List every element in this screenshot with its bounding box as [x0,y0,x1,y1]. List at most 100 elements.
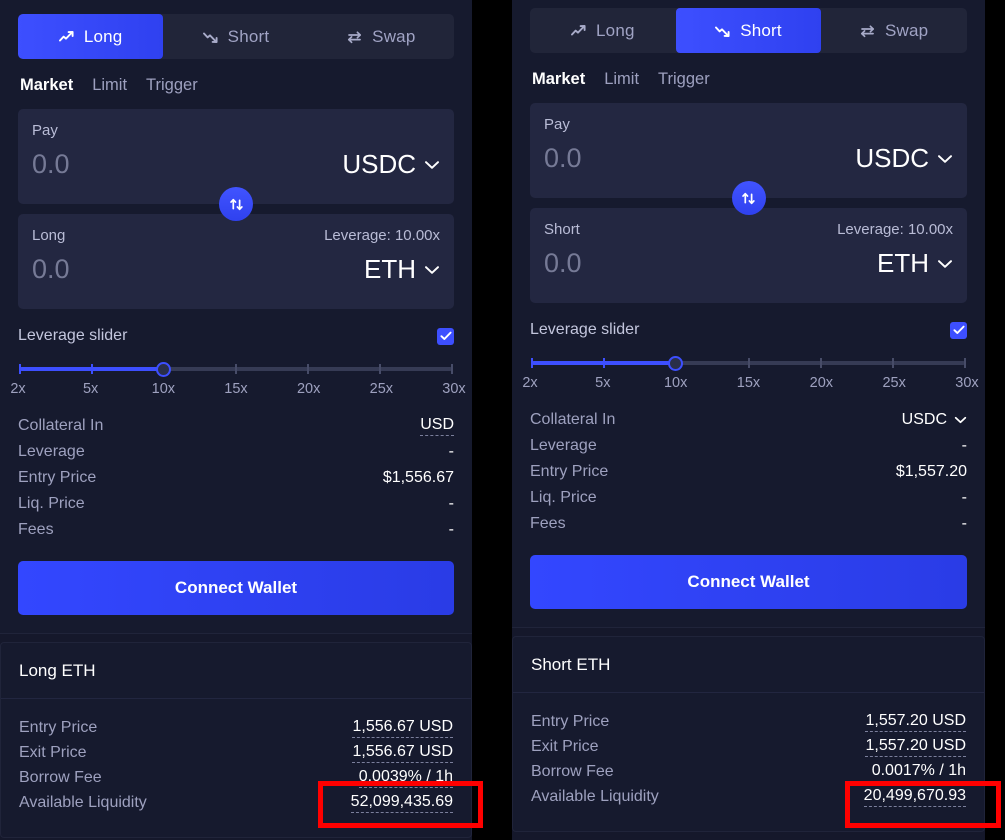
stat-row: Collateral In USD [18,413,454,439]
market-info-rows: Entry Price 1,556.67 USD Exit Price 1,556.6… [1,699,471,837]
slider-tick-label: 5x [595,375,611,391]
direction-tab-long[interactable]: Long [18,14,164,59]
direction-tab-label: Swap [372,26,416,46]
slider-tick-label: 25x [882,375,906,391]
leverage-slider-track[interactable] [19,362,453,377]
order-tab-limit[interactable]: Limit [92,76,127,95]
info-row: Available Liquidity 20,499,670.93 [531,784,966,809]
receive-token-selector[interactable]: ETH [364,254,440,285]
info-row-label: Borrow Fee [19,768,102,786]
leverage-readout: Leverage: 10.00x [324,226,440,244]
market-info-rows: Entry Price 1,557.20 USD Exit Price 1,557.2… [513,693,984,831]
direction-tab-label: Long [596,20,635,40]
info-row-label: Exit Price [531,737,599,755]
slider-handle[interactable] [668,356,684,371]
slider-tick-label: 20x [809,375,834,391]
trade-box: Long Short Swap Market Limit Trigger Pay USDC Lo… [0,0,472,634]
connect-wallet-button[interactable]: Connect Wallet [530,555,967,609]
order-stats: Collateral In USDC Leverage - Entry Price $1,… [530,407,967,537]
info-row: Entry Price 1,557.20 USD [531,709,966,734]
direction-tab-short[interactable]: Short [163,14,308,59]
receive-amount-input[interactable] [544,248,744,279]
pay-amount-input[interactable] [544,143,744,174]
stat-row: Liq. Price - [530,485,967,511]
chevron-down-icon [937,154,953,164]
stat-value: - [961,437,967,454]
trend-down-icon [202,30,219,44]
pay-token-selector[interactable]: USDC [342,149,440,180]
leverage-slider-track[interactable] [531,356,966,371]
order-tab-market[interactable]: Market [532,70,585,89]
slider-tick [964,358,966,368]
leverage-slider-checkbox[interactable] [437,327,454,345]
slider-handle[interactable] [155,362,171,377]
receive-amount-input[interactable] [32,254,232,285]
order-tab-market[interactable]: Market [20,76,73,95]
order-tab-trigger[interactable]: Trigger [146,76,198,95]
info-row-value[interactable]: 1,557.20 USD [865,737,966,757]
pay-label: Pay [544,115,570,133]
pay-amount-input[interactable] [32,149,232,180]
slider-tick [19,364,21,374]
swap-direction-button[interactable] [731,181,766,215]
order-tab-limit[interactable]: Limit [604,70,639,89]
stat-row: Collateral In USDC [530,407,967,433]
connect-wallet-button[interactable]: Connect Wallet [18,561,454,615]
slider-tick [747,358,750,368]
swap-fields: Pay USDC Short Leverage: 10.00x ETH [530,103,967,303]
info-row-value[interactable]: 20,499,670.93 [863,787,966,807]
token-symbol: USDC [855,143,929,173]
chevron-down-icon [937,259,953,269]
receive-token-selector[interactable]: ETH [877,248,953,279]
receive-label: Short [544,220,580,238]
order-tab-trigger[interactable]: Trigger [658,70,710,89]
info-row-value[interactable]: 1,556.67 USD [352,743,453,763]
slider-tick [379,364,381,374]
receive-header: Short Leverage: 10.00x [544,219,953,239]
pay-token-selector[interactable]: USDC [855,143,953,174]
direction-tab-swap[interactable]: Swap [821,8,967,53]
stat-value[interactable]: USD [420,416,454,436]
market-info-card: Short ETH Entry Price 1,557.20 USD Exit Pri… [512,636,985,832]
slider-tick-label: 2x [522,375,538,391]
leverage-slider-checkbox[interactable] [950,321,967,339]
swap-arrows-icon [860,24,876,38]
slider-tick-labels: 2x 5x 10x 15x 20x 25x 30x [10,381,465,401]
token-symbol: ETH [877,248,929,278]
trend-down-icon [715,24,731,38]
stat-label: Collateral In [18,417,104,434]
collateral-in-selector[interactable]: USDC [902,411,967,429]
order-stats: Collateral In USD Leverage - Entry Price $1,5… [18,413,454,543]
stat-value: - [448,521,454,538]
slider-tick [891,358,894,368]
info-row: Exit Price 1,557.20 USD [531,734,966,759]
direction-tab-swap[interactable]: Swap [309,14,454,59]
order-type-tabs: Market Limit Trigger [532,70,967,89]
stat-label: Fees [530,515,566,532]
direction-tab-long[interactable]: Long [530,8,676,53]
slider-tick [90,364,93,374]
info-row-value[interactable]: 0.0017% / 1h [871,762,966,782]
stat-row: Leverage - [530,433,967,459]
info-row-label: Entry Price [531,712,610,730]
direction-tab-short[interactable]: Short [675,8,822,53]
swap-direction-button[interactable] [219,187,253,221]
info-row-value[interactable]: 0.0039% / 1h [358,768,453,788]
slider-tick [451,364,453,374]
info-row-label: Exit Price [19,743,87,761]
info-row-value[interactable]: 1,557.20 USD [865,712,966,732]
stat-row: Fees - [18,517,454,543]
swap-fields: Pay USDC Long Leverage: 10.00x ETH [18,109,454,309]
chevron-down-icon [424,265,440,275]
pay-input-row: USDC [32,149,440,180]
trade-box: Long Short Swap Market Limit Trigger Pay USDC Sh… [512,0,985,628]
stat-value: - [448,495,454,512]
leverage-slider-header: Leverage slider [530,321,967,339]
leverage-slider-label: Leverage slider [18,327,128,344]
info-row-value[interactable]: 1,556.67 USD [352,718,453,738]
leverage-slider-label: Leverage slider [530,321,640,338]
pay-input-row: USDC [544,143,953,174]
info-row-value[interactable]: 52,099,435.69 [350,793,453,813]
stat-label: Collateral In [530,411,616,428]
direction-tab-label: Short [227,26,270,46]
